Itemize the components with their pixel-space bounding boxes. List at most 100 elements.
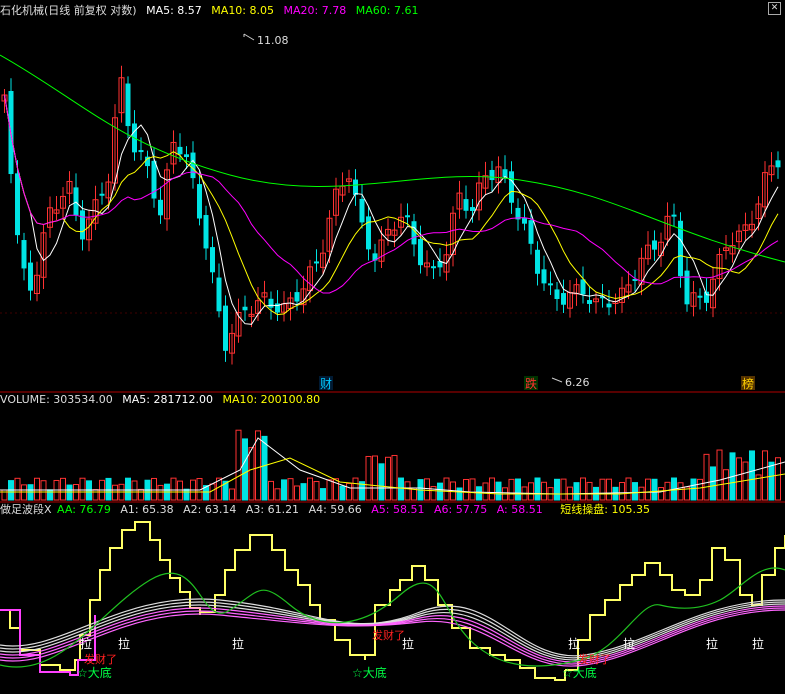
low-marker [551,377,563,383]
volume-bar-up [157,484,164,501]
candle-down [502,169,508,178]
volume-bar-up [619,481,625,501]
candle-down [80,210,85,240]
candle-down [210,247,215,273]
volume-bar-up [307,477,313,501]
vol-ma10-value: MA10: 200100.80 [222,393,321,406]
candle-down [652,240,657,250]
a4-value: A4: 59.66 [308,503,362,516]
candle-down [216,277,222,312]
candle-down [580,279,586,295]
close-icon[interactable]: ✕ [768,2,781,15]
event-marker-3: 榜 [742,376,754,391]
volume-bar-up [469,478,476,501]
candle-down [548,283,553,286]
candle-down [366,216,371,250]
candle-down [99,193,105,196]
volume-bar-up [625,477,632,501]
volume-bar-up [151,477,157,501]
volume-bar-up [528,482,534,501]
event-marker-1: 财 [320,377,332,391]
volume-bar-up [60,477,66,501]
a1-value: A1: 65.38 [120,503,174,516]
candle-down [21,240,27,269]
candle-down [470,207,475,211]
candle-down [138,150,144,153]
fortune-label-1: 发财了 [84,652,117,666]
volume-bar-down [690,478,697,501]
candle-down [177,146,183,155]
volume-bar-up [599,478,606,501]
short-trade-value: 短线操盘: 105.35 [560,503,650,516]
candle-down [28,262,33,291]
candle-down [522,218,527,224]
volume-bar-up [268,480,274,501]
volume-bar-down [378,463,385,501]
volume-bar-up [346,482,352,501]
volume-bar-down [300,483,307,501]
high-marker [243,33,255,41]
volume-bar-up [229,488,235,501]
volume-bar-up [274,488,281,501]
candle-down [353,179,358,195]
candle-down [535,249,540,274]
candle-down [125,83,131,127]
fortune-label-2: 发财了 [372,628,405,642]
volume-bar-up [34,477,40,501]
volume-bar-down [749,450,755,501]
volume-bar-up [703,453,710,501]
candle-down [405,215,410,218]
ma5-line [4,94,779,325]
signal-label-8: 拉 [752,636,764,651]
ma10-value: MA10: 8.05 [211,4,275,17]
volume-bar-up [92,489,99,501]
candle-down [671,214,677,217]
candle-down [489,169,495,181]
volume-bar-up [404,481,411,501]
ma10-line [4,94,779,316]
volume-bar-up [391,454,398,501]
volume-bar-up [326,479,333,501]
low-price-label: 6.26 [565,376,590,389]
volume-bar-down [242,438,248,501]
volume-bar-down [710,466,716,501]
volume-bar-up [489,477,495,501]
volume-bar-up [716,449,723,501]
volume-bar-up [482,482,489,501]
volume-bar-down [183,488,190,501]
volume-bar-up [79,477,86,501]
candle-down [697,295,703,298]
stock-title: 石化机械(日线 前复权 对数) [0,4,137,17]
volume-bar-down [534,477,541,501]
candle-down [684,270,690,305]
candle-down [190,152,196,179]
volume-bar-up [177,480,183,501]
volume-bar-up [560,478,567,501]
kline-chart[interactable]: 11.086.26财跌榜拉拉拉拉拉拉拉拉☆大底 ☆大底 ☆大底发财了发财了发财了 [0,0,785,694]
candle-down [203,215,209,249]
volume-bar-down [66,484,73,501]
ma20-value: MA20: 7.78 [283,4,347,17]
volume-bar-down [515,478,521,501]
candle-down [509,171,514,203]
signal-label-2: 拉 [118,636,130,651]
fortune-label-3: 发财了 [578,652,611,666]
volume-bar-down [125,477,131,501]
volume-bar-up [638,486,645,501]
volume-value: VOLUME: 303534.00 [0,393,113,406]
candle-down [242,306,248,311]
volume-header: VOLUME: 303534.00 MA5: 281712.00 MA10: 2… [0,392,326,408]
signal-label-6: 拉 [623,636,635,651]
volume-bar-down [320,488,326,501]
candle-down [554,289,560,300]
volume-bar-up [138,488,144,501]
candle-down [268,298,274,308]
signal-label-7: 拉 [706,636,718,651]
volume-bar-up [248,447,255,501]
short-trade-line-2 [200,534,366,660]
a6-value: A6: 57.75 [434,503,488,516]
candle-down [431,266,436,269]
volume-bar-up [677,482,684,501]
candle-down [223,305,228,351]
indicator-name: 做足波段X [0,503,52,516]
